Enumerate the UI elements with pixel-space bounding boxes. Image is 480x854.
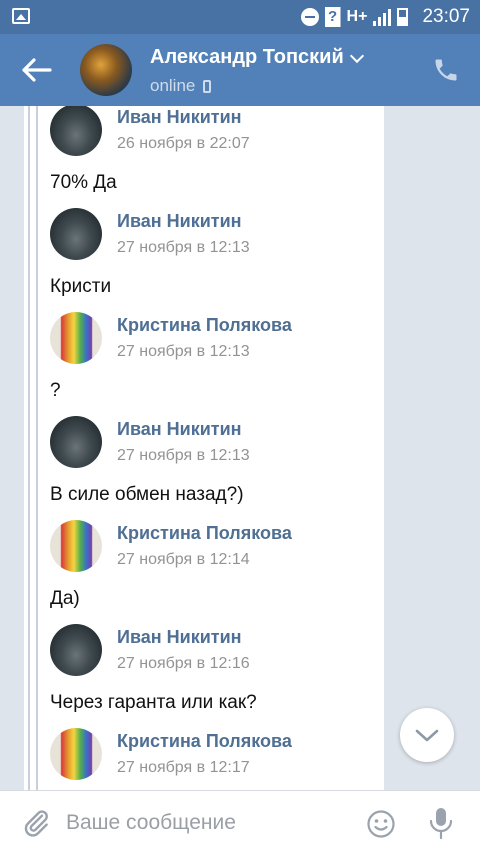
- attach-button[interactable]: [20, 807, 52, 839]
- network-type: H+: [346, 8, 368, 25]
- status-bar: ? H+ 23:07: [0, 0, 480, 34]
- message-text: 70% Да: [50, 172, 117, 193]
- author-avatar[interactable]: [50, 728, 102, 780]
- smile-icon: [367, 810, 395, 838]
- contact-avatar[interactable]: [80, 44, 132, 96]
- author-avatar[interactable]: [50, 208, 102, 260]
- arrow-left-icon: [22, 58, 52, 82]
- forwarded-message: Иван Никитин 27 ноября в 12:13 Кристи: [50, 208, 380, 297]
- phone-icon: [435, 59, 457, 81]
- gallery-notification-icon: [12, 8, 30, 24]
- author-name[interactable]: Иван Никитин: [117, 627, 242, 648]
- call-button[interactable]: [432, 56, 460, 84]
- microphone-icon: [429, 808, 453, 840]
- signal-bars-icon: [373, 8, 392, 26]
- message-input[interactable]: [66, 803, 346, 843]
- do-not-disturb-icon: [300, 8, 319, 26]
- author-name[interactable]: Иван Никитин: [117, 107, 242, 128]
- message-date: 27 ноября в 12:13: [117, 447, 250, 464]
- message-date: 27 ноября в 12:13: [117, 343, 250, 360]
- contact-title[interactable]: Александр Топский: [150, 46, 364, 69]
- author-avatar[interactable]: [50, 106, 102, 156]
- clock: 23:07: [422, 6, 470, 27]
- forwarded-message: Иван Никитин 27 ноября в 12:13 В силе об…: [50, 416, 380, 505]
- contact-status: online: [150, 76, 212, 96]
- battery-icon: [397, 8, 409, 26]
- author-avatar[interactable]: [50, 520, 102, 572]
- forwarded-message: Иван Никитин 26 ноября в 22:07 70% Да: [50, 106, 380, 193]
- chevron-down-icon: [349, 48, 364, 63]
- author-avatar[interactable]: [50, 312, 102, 364]
- back-button[interactable]: [20, 56, 56, 84]
- mobile-device-icon: [203, 79, 212, 93]
- online-status: online: [150, 76, 196, 95]
- message-date: 26 ноября в 22:07: [117, 135, 250, 152]
- composer-bar: [0, 790, 480, 854]
- scroll-to-bottom-button[interactable]: [400, 708, 454, 762]
- message-date: 27 ноября в 12:13: [117, 239, 250, 256]
- forwarded-message: Кристина Полякова 27 ноября в 12:14 Да): [50, 520, 380, 609]
- message-date: 27 ноября в 12:14: [117, 551, 250, 568]
- forwarded-message: Кристина Полякова 27 ноября в 12:13 ?: [50, 312, 380, 401]
- quote-line: [28, 106, 30, 790]
- emoji-button[interactable]: [366, 809, 396, 839]
- author-avatar[interactable]: [50, 624, 102, 676]
- message-text: ?: [50, 380, 61, 401]
- message-text: Кристи: [50, 276, 112, 297]
- author-avatar[interactable]: [50, 416, 102, 468]
- status-icons: ? H+ 23:07: [300, 0, 470, 34]
- chat-header: Александр Топский online: [0, 34, 480, 106]
- message-text: Да): [50, 588, 80, 609]
- chevron-down-icon: [415, 729, 439, 742]
- author-name[interactable]: Кристина Полякова: [117, 523, 292, 544]
- paperclip-icon: [24, 810, 48, 837]
- author-name[interactable]: Иван Никитин: [117, 211, 242, 232]
- contact-name: Александр Топский: [150, 46, 344, 68]
- forwarded-message: Иван Никитин 27 ноября в 12:16 Через гар…: [50, 624, 380, 713]
- author-name[interactable]: Иван Никитин: [117, 419, 242, 440]
- voice-message-button[interactable]: [426, 805, 456, 841]
- forwarded-message: Кристина Полякова 27 ноября в 12:17: [50, 728, 380, 782]
- message-list[interactable]: Иван Никитин 26 ноября в 22:07 70% Да Ив…: [0, 106, 480, 790]
- author-name[interactable]: Кристина Полякова: [117, 315, 292, 336]
- quote-line: [36, 106, 38, 790]
- message-text: Через гаранта или как?: [50, 692, 257, 713]
- message-date: 27 ноября в 12:17: [117, 759, 250, 776]
- message-text: В силе обмен назад?): [50, 484, 244, 505]
- unknown-signal-icon: ?: [324, 7, 341, 27]
- message-date: 27 ноября в 12:16: [117, 655, 250, 672]
- author-name[interactable]: Кристина Полякова: [117, 731, 292, 752]
